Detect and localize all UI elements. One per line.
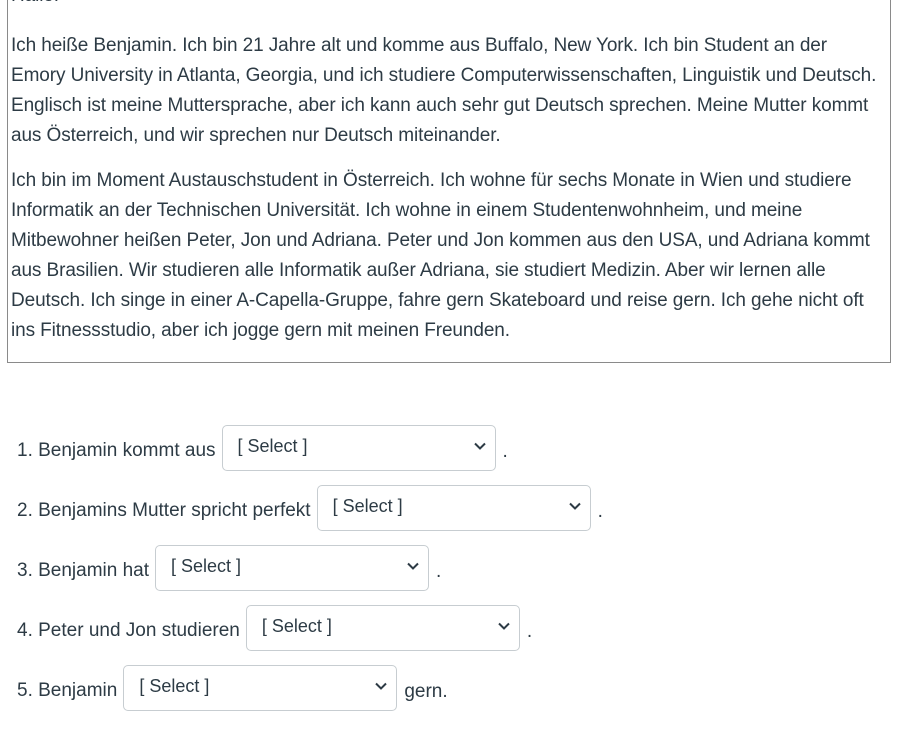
- chevron-down-icon: [498, 622, 510, 630]
- question-1: 1. Benjamin kommt aus [ Select ] .: [17, 425, 508, 471]
- selected-value: [ Select ]: [261, 616, 332, 636]
- question-suffix: .: [502, 441, 508, 462]
- question-suffix: gern.: [404, 681, 448, 702]
- question-suffix: .: [436, 561, 442, 582]
- question-4: 4. Peter und Jon studieren [ Select ] .: [17, 605, 532, 651]
- chevron-down-icon: [375, 682, 388, 690]
- question-5: 5. Benjamin [ Select ] gern.: [17, 665, 448, 711]
- answer-select[interactable]: [ Select ]: [155, 545, 430, 591]
- chevron-down-icon: [473, 442, 486, 450]
- chevron-down-icon: [568, 502, 581, 510]
- question-label: 2. Benjamins Mutter spricht perfekt: [17, 500, 311, 521]
- question-label: 4. Peter und Jon studieren: [17, 620, 240, 641]
- answer-select[interactable]: [ Select ]: [316, 485, 591, 531]
- answer-select[interactable]: [ Select ]: [245, 605, 520, 651]
- answer-select[interactable]: [ Select ]: [123, 665, 398, 711]
- question-suffix: .: [597, 501, 603, 522]
- question-label: 1. Benjamin kommt aus: [17, 440, 216, 461]
- question-label: 5. Benjamin: [17, 680, 118, 701]
- question-label: 3. Benjamin hat: [17, 560, 150, 581]
- question-3: 3. Benjamin hat [ Select ] .: [17, 545, 441, 591]
- selected-value: [ Select ]: [139, 676, 210, 696]
- answer-select[interactable]: [ Select ]: [221, 425, 496, 471]
- paragraph: Ich heiße Benjamin. Ich bin 21 Jahre alt…: [11, 35, 877, 146]
- chevron-down-icon: [407, 562, 419, 570]
- selected-value: [ Select ]: [237, 436, 308, 456]
- question-suffix: .: [526, 621, 533, 642]
- selected-value: [ Select ]: [332, 496, 403, 516]
- question-2: 2. Benjamins Mutter spricht perfekt [ Se…: [17, 485, 603, 531]
- paragraph: Ich bin im Moment Austauschstudent in Ös…: [11, 170, 870, 341]
- selected-value: [ Select ]: [171, 556, 242, 576]
- reading-passage: Hallo! Ich heiße Benjamin. Ich bin 21 Ja…: [7, 0, 891, 363]
- greeting: Hallo!: [11, 0, 59, 11]
